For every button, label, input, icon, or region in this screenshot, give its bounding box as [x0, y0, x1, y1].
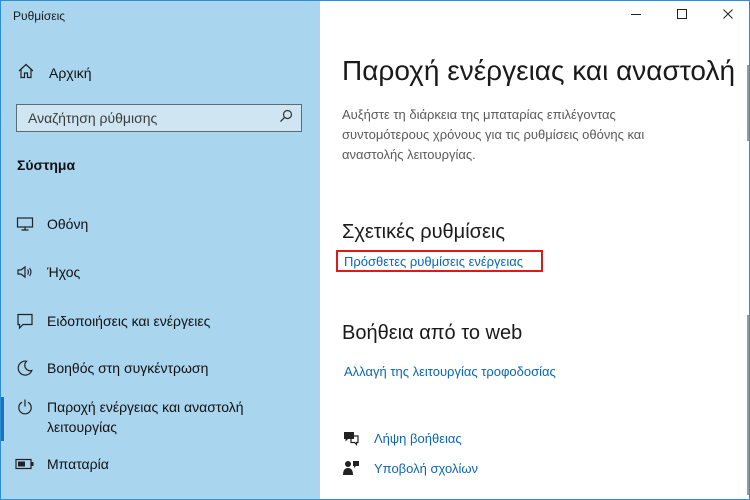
- maximize-icon: [676, 7, 688, 25]
- get-help-link[interactable]: Λήψη βοήθειας: [374, 431, 462, 446]
- active-indicator: [1, 397, 4, 441]
- sidebar-item-label: Ειδοποιήσεις και ενέργειες: [47, 313, 211, 329]
- sidebar: Ρυθμίσεις Αρχική Αναζήτηση ρύθμισης Σύστ…: [1, 1, 320, 499]
- speaker-icon: [15, 262, 35, 282]
- close-icon: [722, 7, 734, 25]
- window-title: Ρυθμίσεις: [13, 9, 66, 23]
- maximize-button[interactable]: [659, 1, 705, 31]
- battery-icon: [15, 454, 35, 474]
- notification-icon: [15, 311, 35, 331]
- close-button[interactable]: [705, 1, 749, 31]
- feedback-row[interactable]: Υποβολή σχολίων: [342, 459, 478, 477]
- sidebar-item-label: Ήχος: [47, 264, 81, 280]
- power-icon: [15, 397, 35, 417]
- main-content: Παροχή ενέργειας και αναστολή λειτουργία…: [320, 1, 749, 499]
- home-icon: [17, 62, 35, 85]
- related-settings-title: Σχετικές ρυθμίσεις: [342, 221, 505, 243]
- help-chat-icon: [342, 429, 360, 447]
- search-input[interactable]: Αναζήτηση ρύθμισης: [16, 104, 302, 132]
- sidebar-item-label: Μπαταρία: [47, 456, 109, 472]
- settings-window: Ρυθμίσεις Αρχική Αναζήτηση ρύθμισης Σύστ…: [0, 0, 750, 500]
- get-help-row[interactable]: Λήψη βοήθειας: [342, 429, 462, 447]
- minimize-icon: [630, 7, 642, 25]
- sidebar-home[interactable]: Αρχική: [17, 63, 92, 83]
- feedback-icon: [342, 459, 360, 477]
- scrollbar-thumb[interactable]: [747, 65, 749, 141]
- change-power-mode-link[interactable]: Αλλαγή της λειτουργίας τροφοδοσίας: [344, 364, 556, 379]
- sidebar-item-label: Οθόνη: [47, 216, 89, 232]
- page-title: Παροχή ενέργειας και αναστολή λειτουργία…: [342, 55, 742, 86]
- monitor-icon: [15, 214, 35, 234]
- sidebar-item-label: Βοηθός στη συγκέντρωση: [47, 360, 209, 376]
- minimize-button[interactable]: [613, 1, 659, 31]
- page-description: Αυξήστε τη διάρκεια της μπαταρίας επιλέγ…: [342, 107, 645, 162]
- search-placeholder: Αναζήτηση ρύθμισης: [28, 110, 158, 126]
- additional-power-settings-link[interactable]: Πρόσθετες ρυθμίσεις ενέργειας: [344, 254, 523, 269]
- help-web-title: Βοήθεια από το web: [342, 322, 523, 344]
- section-title: Σύστημα: [17, 157, 76, 173]
- home-label: Αρχική: [49, 65, 92, 81]
- window-controls: [613, 1, 749, 31]
- moon-icon: [15, 358, 35, 378]
- scrollbar-track[interactable]: [747, 315, 749, 495]
- search-icon[interactable]: [279, 109, 293, 128]
- feedback-link[interactable]: Υποβολή σχολίων: [374, 461, 478, 476]
- sidebar-item-label: Παροχή ενέργειας και αναστολή λειτουργία…: [47, 399, 244, 435]
